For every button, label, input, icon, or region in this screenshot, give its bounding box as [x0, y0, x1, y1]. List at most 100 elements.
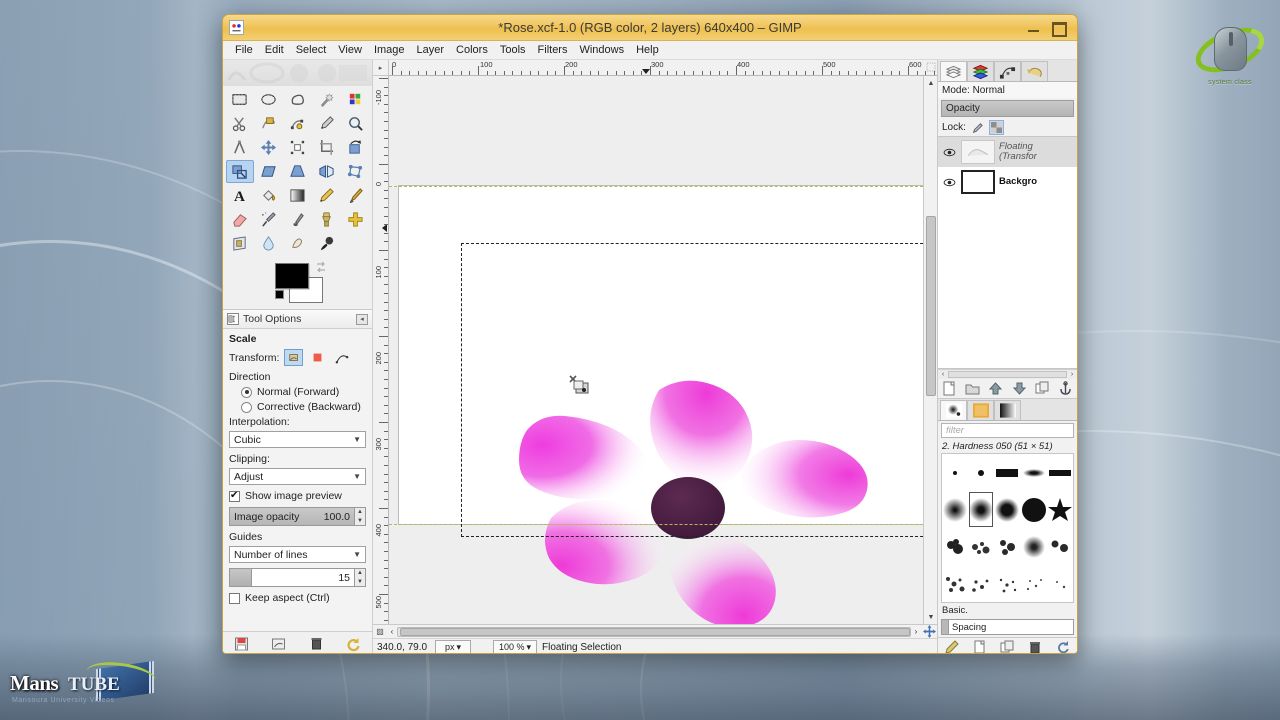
menu-image[interactable]: Image	[368, 43, 411, 57]
layer-row-background[interactable]: Backgro	[938, 167, 1077, 197]
keep-aspect-checkbox[interactable]	[229, 592, 240, 604]
delete-brush-icon[interactable]	[1028, 640, 1042, 654]
menu-help[interactable]: Help	[630, 43, 665, 57]
paths-tool[interactable]	[284, 112, 312, 135]
tool-options-tab[interactable]: Tool Options ◂	[223, 310, 372, 329]
maximize-button[interactable]	[1051, 21, 1067, 37]
smudge-tool[interactable]	[284, 232, 312, 255]
layers-horizontal-scrollbar[interactable]: ‹ ›	[938, 369, 1077, 379]
fuzzy-select-tool[interactable]	[312, 88, 340, 111]
scroll-up-arrow-icon[interactable]: ▲	[926, 78, 936, 88]
paintbrush-tool[interactable]	[341, 184, 369, 207]
brush-cell[interactable]	[1047, 528, 1073, 565]
undo-history-tab[interactable]	[1021, 61, 1048, 81]
brush-cell[interactable]	[994, 454, 1020, 491]
duplicate-brush-icon[interactable]	[1000, 640, 1014, 654]
zoom-selector[interactable]: 100 % ▾	[493, 640, 537, 653]
save-options-icon[interactable]	[233, 636, 250, 652]
layer-mode-row[interactable]: Mode: Normal	[938, 82, 1077, 98]
lock-pixels-icon[interactable]	[970, 120, 985, 135]
select-by-color-tool[interactable]	[341, 88, 369, 111]
new-layer-icon[interactable]	[942, 381, 957, 396]
perspective-clone-tool[interactable]	[226, 232, 254, 255]
show-preview-checkbox[interactable]	[229, 490, 240, 502]
rotate-tool[interactable]	[341, 136, 369, 159]
brush-cell[interactable]	[968, 454, 994, 491]
layers-list[interactable]: Floating (Transfor Backgro	[938, 136, 1077, 369]
raise-layer-icon[interactable]	[988, 381, 1003, 396]
menu-tools[interactable]: Tools	[494, 43, 532, 57]
scale-tool[interactable]	[226, 160, 254, 183]
anchor-layer-icon[interactable]	[1058, 381, 1073, 396]
canvas-viewport[interactable]	[389, 76, 923, 624]
layers-scroll-track[interactable]	[948, 371, 1067, 378]
layer-visibility-icon[interactable]	[941, 178, 957, 187]
measure-tool[interactable]	[226, 136, 254, 159]
menu-layer[interactable]: Layer	[411, 43, 451, 57]
blur-sharpen-tool[interactable]	[255, 232, 283, 255]
vertical-scroll-thumb[interactable]	[926, 216, 936, 396]
transform-layer-button[interactable]	[284, 349, 304, 366]
brush-cell[interactable]	[1021, 528, 1047, 565]
horizontal-scrollbar[interactable]: ▨ ‹ ›	[373, 624, 937, 638]
brush-cell[interactable]	[968, 528, 994, 565]
image-opacity-spinner[interactable]: ▲ ▼	[354, 508, 365, 525]
scroll-down-arrow-icon[interactable]: ▼	[926, 612, 936, 622]
clone-tool[interactable]	[312, 208, 340, 231]
menu-view[interactable]: View	[332, 43, 368, 57]
guides-lines-spinner[interactable]: ▲ ▼	[354, 569, 365, 586]
color-picker-tool[interactable]	[312, 112, 340, 135]
brush-cell[interactable]	[1021, 454, 1047, 491]
tool-options-menu-button[interactable]: ◂	[356, 313, 368, 325]
scroll-right-arrow-icon[interactable]: ›	[911, 627, 921, 636]
guides-lines-slider[interactable]: 15 ▲ ▼	[229, 568, 366, 587]
bucket-fill-tool[interactable]	[255, 184, 283, 207]
direction-corrective-option[interactable]: Corrective (Backward)	[229, 401, 366, 413]
perspective-tool[interactable]	[284, 160, 312, 183]
default-colors-icon[interactable]	[275, 290, 284, 299]
brush-cell[interactable]	[994, 565, 1020, 602]
brush-cell-selected[interactable]	[968, 491, 994, 528]
menu-file[interactable]: File	[229, 43, 259, 57]
channels-tab[interactable]	[967, 61, 994, 81]
direction-normal-option[interactable]: Normal (Forward)	[229, 386, 366, 398]
brush-spacing-slider[interactable]: Spacing	[941, 619, 1074, 635]
show-preview-row[interactable]: Show image preview	[229, 490, 366, 502]
horizontal-ruler[interactable]: 0 100 200 300 400 500 600	[389, 60, 937, 76]
duplicate-layer-icon[interactable]	[1035, 381, 1050, 396]
layer-thumbnail[interactable]	[961, 140, 995, 164]
lower-layer-icon[interactable]	[1012, 381, 1027, 396]
ink-tool[interactable]	[284, 208, 312, 231]
edit-brush-icon[interactable]	[945, 639, 959, 654]
brush-cell[interactable]	[994, 491, 1020, 528]
heal-tool[interactable]	[341, 208, 369, 231]
clipping-select[interactable]: Adjust ▼	[229, 468, 366, 485]
horizontal-scroll-thumb[interactable]	[400, 627, 910, 636]
transform-path-button[interactable]	[332, 349, 351, 366]
zoom-tool[interactable]	[341, 112, 369, 135]
crop-tool[interactable]	[312, 136, 340, 159]
horizontal-scroll-track[interactable]	[397, 626, 911, 637]
brushes-tab[interactable]	[940, 400, 967, 420]
move-tool[interactable]	[255, 136, 283, 159]
brush-cell[interactable]	[1021, 491, 1047, 528]
scissors-select-tool[interactable]	[226, 112, 254, 135]
layer-visibility-icon[interactable]	[941, 148, 957, 157]
scroll-left-arrow-icon[interactable]: ‹	[938, 371, 948, 378]
gradient-tool[interactable]	[284, 184, 312, 207]
rect-select-tool[interactable]	[226, 88, 254, 111]
airbrush-tool[interactable]	[255, 208, 283, 231]
reset-options-icon[interactable]	[345, 636, 362, 652]
shear-tool[interactable]	[255, 160, 283, 183]
swap-colors-icon[interactable]	[315, 261, 327, 273]
layer-thumbnail[interactable]	[961, 170, 995, 194]
unit-selector[interactable]: px ▾	[435, 640, 471, 653]
gradients-tab[interactable]	[994, 400, 1021, 420]
text-tool[interactable]: A	[226, 184, 254, 207]
scroll-right-arrow-icon[interactable]: ›	[1067, 371, 1077, 378]
ellipse-select-tool[interactable]	[255, 88, 283, 111]
new-layer-group-icon[interactable]	[965, 381, 980, 396]
brush-filter-input[interactable]: filter	[941, 423, 1074, 438]
pencil-tool[interactable]	[312, 184, 340, 207]
vertical-scrollbar[interactable]: ▲ ▼	[923, 76, 937, 624]
